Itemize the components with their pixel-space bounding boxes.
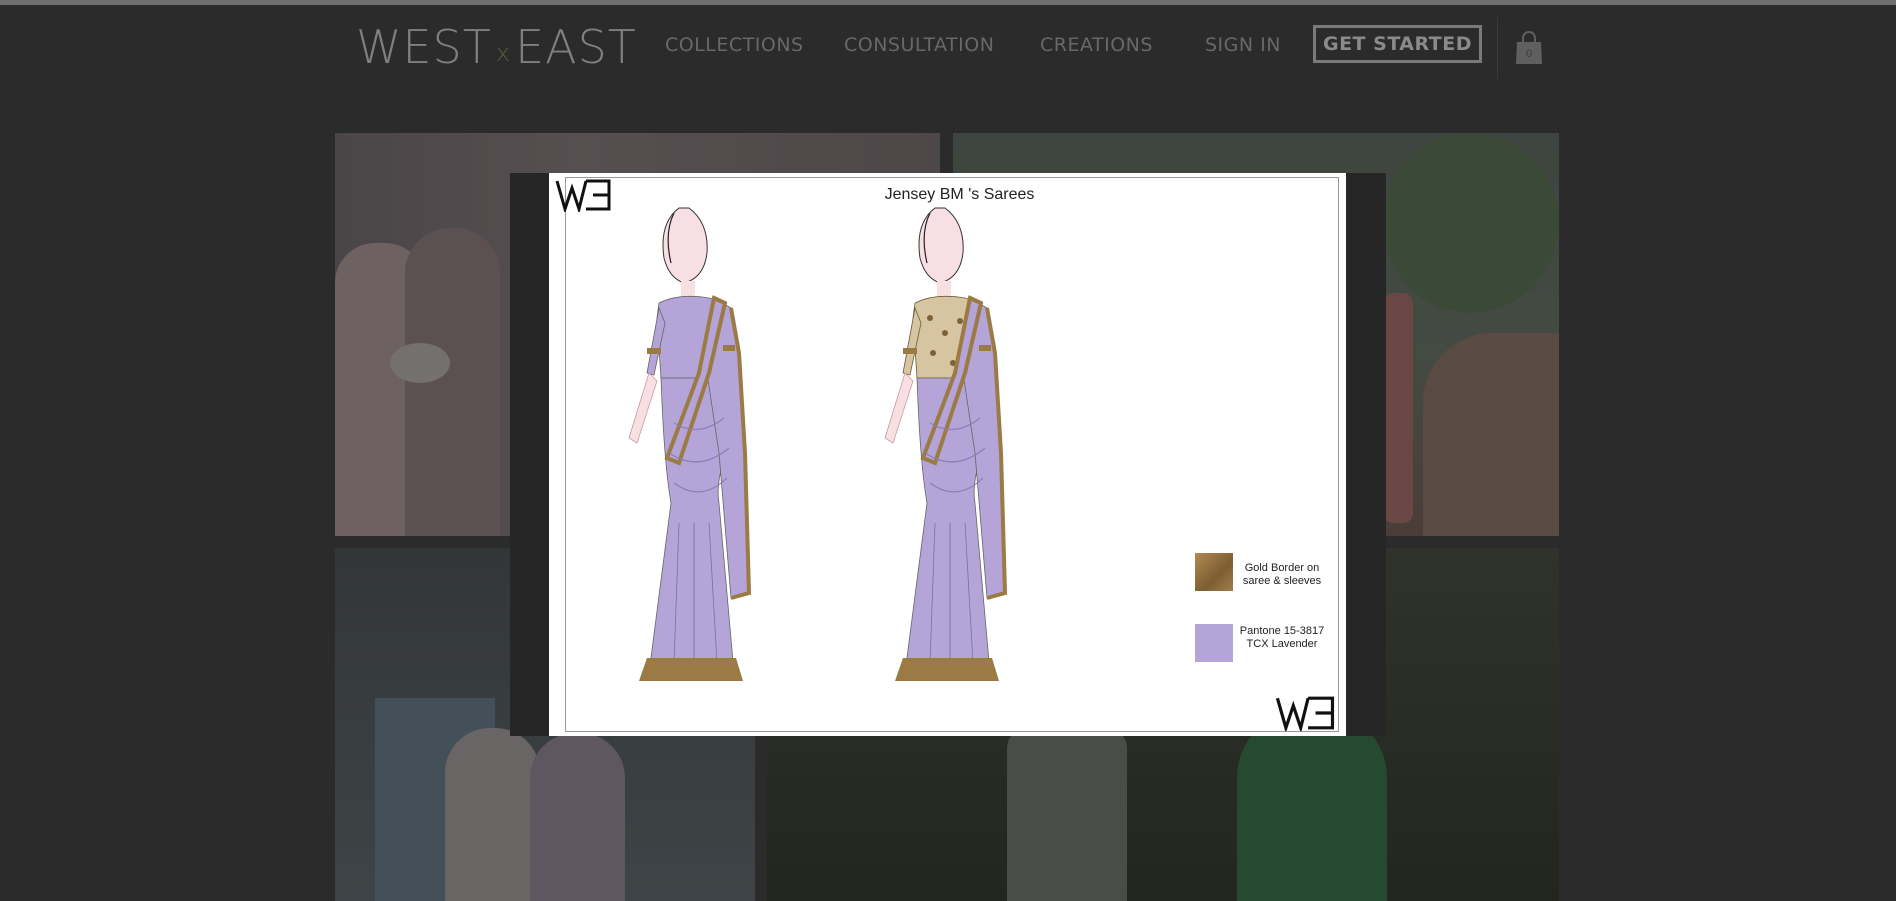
nav-collections[interactable]: COLLECTIONS [665, 34, 804, 56]
swatch-lavender [1195, 624, 1233, 662]
shopping-bag-icon: 0 [1516, 31, 1542, 64]
nav-consultation[interactable]: CONSULTATION [844, 34, 994, 56]
get-started-button[interactable]: GET STARTED [1313, 25, 1482, 63]
nav-sign-in[interactable]: SIGN IN [1205, 34, 1281, 56]
logo-x: x [495, 39, 512, 67]
swatch-lavender-label: Pantone 15-3817 TCX Lavender [1239, 625, 1325, 650]
lightbox-image[interactable]: Jensey BM 's Sarees Gold Border on saree… [549, 173, 1346, 736]
swatch-gold-label: Gold Border on saree & sleeves [1242, 562, 1322, 587]
sheet-title: Jensey BM 's Sarees [884, 186, 1035, 203]
nav-creations[interactable]: CREATIONS [1040, 34, 1153, 56]
cart-button[interactable]: 0 [1515, 31, 1543, 65]
swatch-gold-border [1195, 553, 1233, 591]
we-logo-bottom [1275, 696, 1335, 731]
site-logo[interactable]: WEST xEAST [356, 19, 637, 81]
nav-divider [1497, 17, 1498, 79]
logo-west: WEST [356, 20, 492, 74]
saree-sketch-lavender-blouse [628, 207, 752, 681]
site-header: WEST xEAST COLLECTIONS CONSULTATION CREAT… [0, 5, 1896, 85]
cart-count: 0 [1526, 48, 1532, 60]
saree-sketch-gold-blouse [884, 207, 1008, 681]
logo-east: EAST [515, 20, 637, 74]
